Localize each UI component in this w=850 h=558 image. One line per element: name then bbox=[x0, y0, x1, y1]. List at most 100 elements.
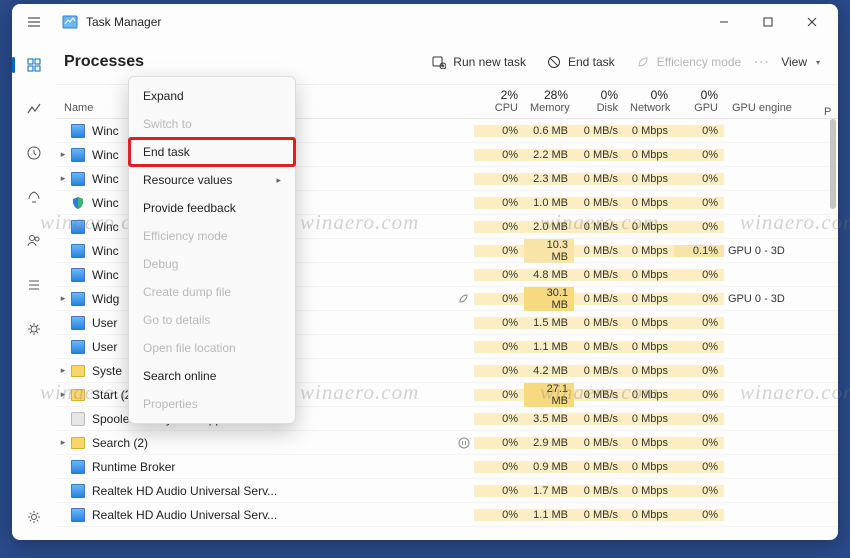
col-memory[interactable]: 28%Memory bbox=[524, 85, 574, 118]
process-name: Runtime Broker bbox=[92, 460, 454, 474]
hamburger-menu-button[interactable] bbox=[16, 4, 52, 40]
process-icon bbox=[70, 411, 86, 427]
cell-cpu: 0% bbox=[474, 317, 524, 329]
ctx-provide-feedback[interactable]: Provide feedback bbox=[129, 194, 295, 222]
col-gpu-engine[interactable]: GPU engine bbox=[724, 85, 824, 118]
cell-memory: 30.1 MB bbox=[524, 287, 574, 311]
cell-disk: 0 MB/s bbox=[574, 317, 624, 329]
cell-disk: 0 MB/s bbox=[574, 221, 624, 233]
cell-memory: 1.1 MB bbox=[524, 509, 574, 521]
table-row[interactable]: Runtime Broker0%0.9 MB0 MB/s0 Mbps0% bbox=[56, 455, 838, 479]
minimize-button[interactable] bbox=[702, 4, 746, 40]
sidebar-item-services[interactable] bbox=[23, 318, 45, 340]
ctx-expand[interactable]: Expand bbox=[129, 82, 295, 110]
process-icon bbox=[70, 507, 86, 523]
table-row[interactable]: ▸Search (2)0%2.9 MB0 MB/s0 Mbps0% bbox=[56, 431, 838, 455]
view-button[interactable]: View▾ bbox=[771, 49, 830, 75]
sidebar-item-details[interactable] bbox=[23, 274, 45, 296]
cell-gpu: 0% bbox=[674, 197, 724, 209]
cell-network: 0 Mbps bbox=[624, 485, 674, 497]
cell-network: 0 Mbps bbox=[624, 317, 674, 329]
sidebar-item-settings[interactable] bbox=[23, 506, 45, 528]
cell-memory: 0.6 MB bbox=[524, 125, 574, 137]
table-row[interactable]: Realtek HD Audio Universal Serv...0%1.1 … bbox=[56, 503, 838, 527]
sidebar-item-processes[interactable] bbox=[23, 54, 45, 76]
cell-disk: 0 MB/s bbox=[574, 245, 624, 257]
process-icon bbox=[70, 363, 86, 379]
cell-disk: 0 MB/s bbox=[574, 389, 624, 401]
cell-gpu: 0% bbox=[674, 485, 724, 497]
cell-gpu: 0% bbox=[674, 173, 724, 185]
col-disk[interactable]: 0%Disk bbox=[574, 85, 624, 118]
expand-icon[interactable]: ▸ bbox=[56, 437, 70, 448]
sidebar-item-startup[interactable] bbox=[23, 186, 45, 208]
cell-network: 0 Mbps bbox=[624, 125, 674, 137]
cell-network: 0 Mbps bbox=[624, 293, 674, 305]
cell-memory: 2.3 MB bbox=[524, 173, 574, 185]
cell-disk: 0 MB/s bbox=[574, 197, 624, 209]
col-p[interactable]: P bbox=[824, 85, 838, 118]
ctx-search-online[interactable]: Search online bbox=[129, 362, 295, 390]
maximize-button[interactable] bbox=[746, 4, 790, 40]
end-task-button[interactable]: End task bbox=[536, 48, 625, 76]
cell-network: 0 Mbps bbox=[624, 437, 674, 449]
close-button[interactable] bbox=[790, 4, 834, 40]
expand-icon[interactable]: ▸ bbox=[56, 149, 70, 160]
chevron-down-icon: ▾ bbox=[816, 58, 820, 67]
process-icon bbox=[70, 147, 86, 163]
cell-memory: 3.5 MB bbox=[524, 413, 574, 425]
sidebar-item-app-history[interactable] bbox=[23, 142, 45, 164]
col-cpu[interactable]: 2%CPU bbox=[474, 85, 524, 118]
cell-gpu: 0% bbox=[674, 269, 724, 281]
end-task-icon bbox=[546, 54, 562, 70]
cell-gpu: 0% bbox=[674, 461, 724, 473]
cell-cpu: 0% bbox=[474, 389, 524, 401]
run-task-icon bbox=[431, 54, 447, 70]
cell-memory: 1.0 MB bbox=[524, 197, 574, 209]
col-network[interactable]: 0%Network bbox=[624, 85, 674, 118]
cell-cpu: 0% bbox=[474, 413, 524, 425]
cell-network: 0 Mbps bbox=[624, 413, 674, 425]
cell-cpu: 0% bbox=[474, 221, 524, 233]
cell-cpu: 0% bbox=[474, 269, 524, 281]
ctx-create-dump-file: Create dump file bbox=[129, 278, 295, 306]
ctx-resource-values[interactable]: Resource values▸ bbox=[129, 166, 295, 194]
status-icon bbox=[454, 437, 474, 449]
cell-disk: 0 MB/s bbox=[574, 341, 624, 353]
cell-disk: 0 MB/s bbox=[574, 365, 624, 377]
cell-disk: 0 MB/s bbox=[574, 173, 624, 185]
cell-gpu: 0% bbox=[674, 125, 724, 137]
sidebar bbox=[12, 40, 56, 540]
table-row[interactable]: Realtek HD Audio Universal Serv...0%1.7 … bbox=[56, 479, 838, 503]
sidebar-item-performance[interactable] bbox=[23, 98, 45, 120]
expand-icon[interactable]: ▸ bbox=[56, 293, 70, 304]
scrollbar[interactable] bbox=[830, 119, 836, 209]
process-name: Realtek HD Audio Universal Serv... bbox=[92, 508, 454, 522]
cell-cpu: 0% bbox=[474, 245, 524, 257]
cell-gpu: 0% bbox=[674, 389, 724, 401]
sidebar-item-users[interactable] bbox=[23, 230, 45, 252]
expand-icon[interactable]: ▸ bbox=[56, 389, 70, 400]
app-title: Task Manager bbox=[86, 15, 161, 29]
process-icon bbox=[70, 171, 86, 187]
ctx-end-task[interactable]: End task bbox=[129, 138, 295, 166]
cell-memory: 27.1 MB bbox=[524, 383, 574, 407]
cell-gpu-engine: GPU 0 - 3D bbox=[724, 293, 824, 305]
cell-cpu: 0% bbox=[474, 125, 524, 137]
cell-network: 0 Mbps bbox=[624, 461, 674, 473]
efficiency-mode-button: Efficiency mode bbox=[625, 48, 752, 76]
cell-disk: 0 MB/s bbox=[574, 413, 624, 425]
ctx-go-to-details: Go to details bbox=[129, 306, 295, 334]
expand-icon[interactable]: ▸ bbox=[56, 173, 70, 184]
expand-icon[interactable]: ▸ bbox=[56, 365, 70, 376]
col-gpu[interactable]: 0%GPU bbox=[674, 85, 724, 118]
run-new-task-button[interactable]: Run new task bbox=[421, 48, 536, 76]
cell-cpu: 0% bbox=[474, 173, 524, 185]
cell-disk: 0 MB/s bbox=[574, 461, 624, 473]
cell-network: 0 Mbps bbox=[624, 269, 674, 281]
process-icon bbox=[70, 483, 86, 499]
process-icon bbox=[70, 243, 86, 259]
cell-memory: 0.9 MB bbox=[524, 461, 574, 473]
cell-cpu: 0% bbox=[474, 485, 524, 497]
cell-cpu: 0% bbox=[474, 197, 524, 209]
